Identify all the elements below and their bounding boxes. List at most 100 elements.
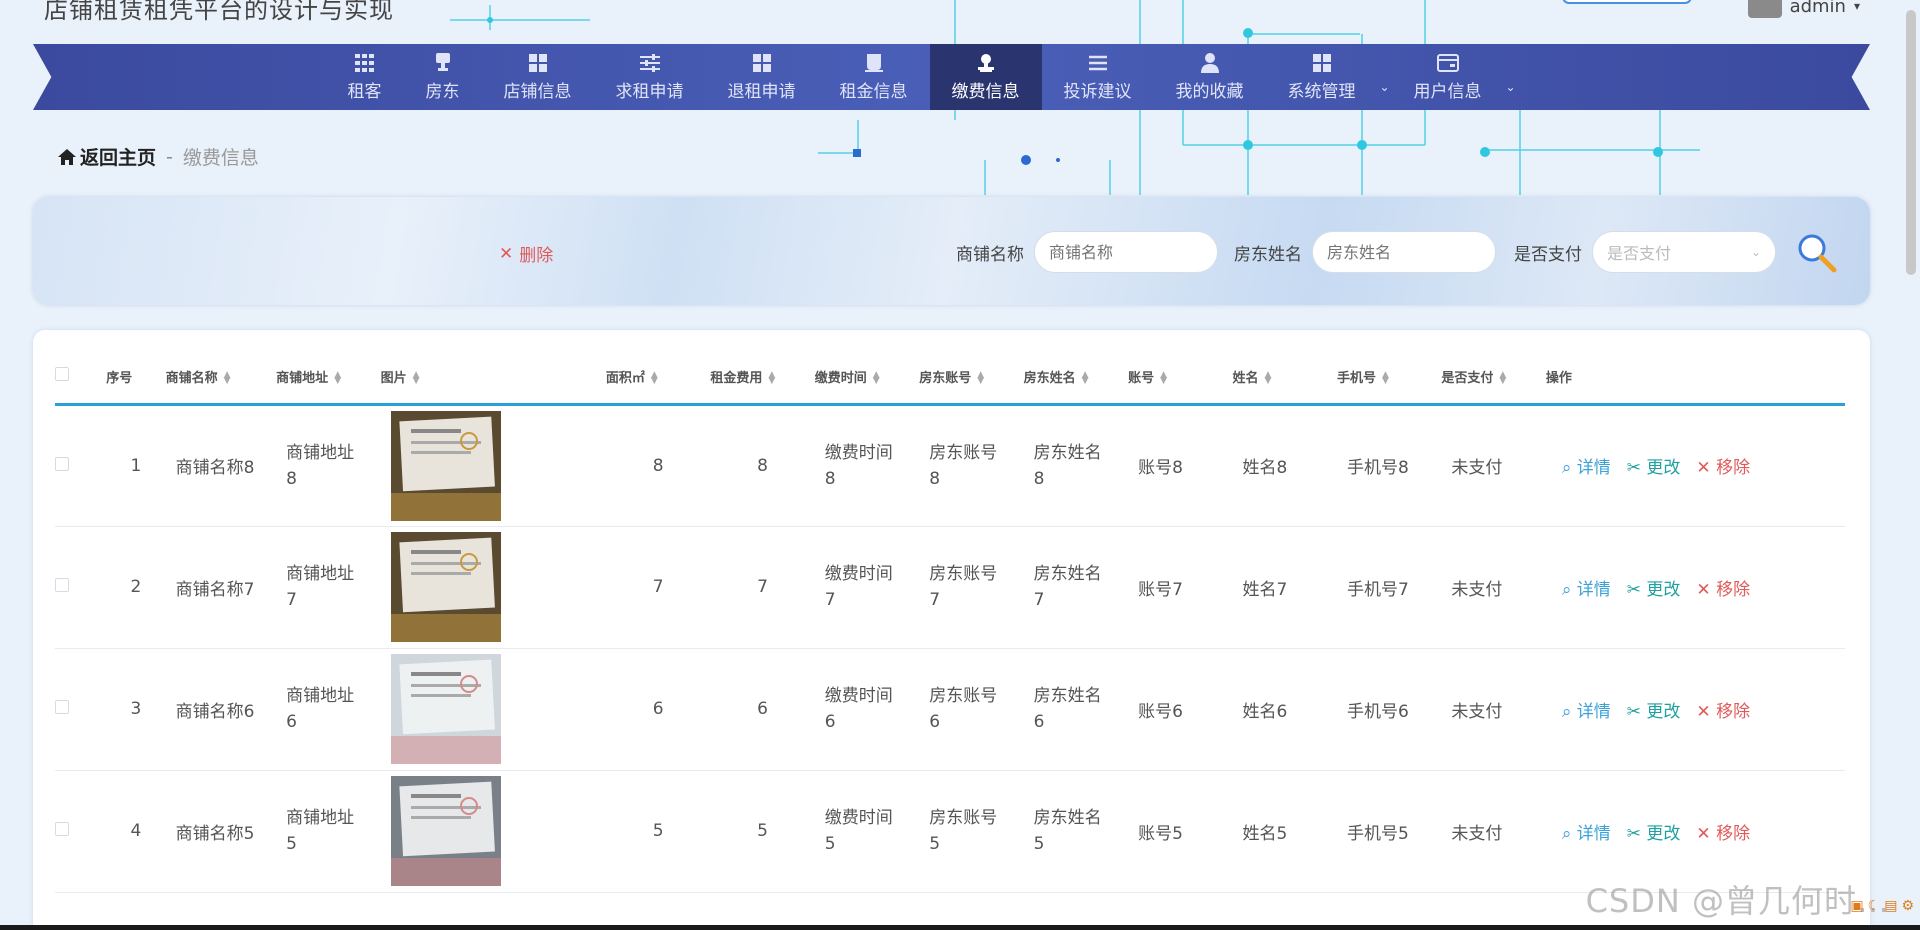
sort-icon[interactable]: ▲ ▼ xyxy=(224,371,231,386)
sort-icon[interactable]: ▲ ▼ xyxy=(1160,371,1167,386)
sort-icon[interactable]: ▲ ▼ xyxy=(977,371,984,386)
sort-icon[interactable]: ▲ ▼ xyxy=(1082,371,1089,386)
delete-label: 删除 xyxy=(519,246,554,266)
checkbox[interactable] xyxy=(55,456,69,471)
shop-name-filter: 商铺名称 xyxy=(956,231,1218,273)
receipt-image[interactable] xyxy=(390,532,501,642)
remove-button[interactable]: ✕ 移除 xyxy=(1696,453,1750,478)
select-all[interactable] xyxy=(55,350,107,406)
nav-item-rent-request[interactable]: 求租申请 xyxy=(594,44,706,110)
cell-image[interactable] xyxy=(380,526,606,649)
col-account[interactable]: 账号 ▲ ▼ xyxy=(1128,350,1233,406)
col-shop-address[interactable]: 商铺地址 ▲ ▼ xyxy=(276,350,381,406)
row-select[interactable] xyxy=(55,526,107,649)
checkbox[interactable] xyxy=(55,822,69,836)
cell-image[interactable] xyxy=(380,770,606,893)
grid-icon xyxy=(354,53,376,73)
nav-item-favorites[interactable]: 我的收藏 xyxy=(1154,44,1266,110)
nav-item-tenant[interactable]: 租客 xyxy=(326,44,404,110)
col-landlord-account[interactable]: 房东账号 ▲ ▼ xyxy=(919,350,1024,406)
sort-icon[interactable]: ▲ ▼ xyxy=(1265,371,1272,386)
remove-button[interactable]: ✕ 移除 xyxy=(1696,819,1750,844)
table-row[interactable]: 3 商铺名称6 商铺地址6 6 6 缴费时间6 房东账号6 房东姓名6 账号6 姓名6 手机号6 未支… xyxy=(55,648,1845,771)
paid-select[interactable]: 是否支付 ⌄ xyxy=(1592,231,1776,273)
sort-icon[interactable]: ▲ ▼ xyxy=(334,371,341,386)
cell-account: 账号6 xyxy=(1128,648,1233,771)
table-row[interactable]: 4 商铺名称5 商铺地址5 5 5 缴费时间5 房东账号5 房东姓名5 账号5 姓名5 手机号5 未支… xyxy=(55,770,1845,893)
row-select[interactable] xyxy=(55,648,107,771)
nav-item-system[interactable]: 系统管理 ⌄ xyxy=(1266,44,1392,110)
detail-button[interactable]: ⌕ 详情 xyxy=(1562,575,1611,600)
nav-item-return-request[interactable]: 退租申请 xyxy=(706,44,818,110)
col-shop-name[interactable]: 商铺名称 ▲ ▼ xyxy=(165,350,277,406)
col-paid[interactable]: 是否支付 ▲ ▼ xyxy=(1441,350,1546,406)
col-pay-time[interactable]: 缴费时间 ▲ ▼ xyxy=(814,350,920,406)
col-label: 商铺地址 xyxy=(276,370,329,386)
cell-account: 账号5 xyxy=(1128,770,1233,893)
receipt-image[interactable] xyxy=(390,776,501,886)
receipt-image[interactable] xyxy=(390,654,501,764)
search-detail-icon: ⌕ xyxy=(1561,701,1572,722)
receipt-image[interactable] xyxy=(390,410,501,521)
col-landlord-name[interactable]: 房东姓名 ▲ ▼ xyxy=(1023,350,1129,406)
nav-item-shop-info[interactable]: 店铺信息 xyxy=(482,44,594,110)
checkbox[interactable] xyxy=(55,700,69,714)
grid-icon xyxy=(751,53,773,73)
delete-button[interactable]: ✕ 删除 xyxy=(499,241,554,267)
cell-image[interactable] xyxy=(380,404,606,527)
nav-item-user-info[interactable]: 用户信息 ⌄ xyxy=(1392,44,1518,110)
row-select[interactable] xyxy=(55,770,107,893)
col-area[interactable]: 面积㎡ ▲ ▼ xyxy=(605,350,711,406)
col-name[interactable]: 姓名 ▲ ▼ xyxy=(1232,350,1337,406)
cell-image[interactable] xyxy=(380,648,606,771)
sort-icon[interactable]: ▲ ▼ xyxy=(413,371,420,386)
breadcrumb-home[interactable]: 返回主页 xyxy=(58,143,156,170)
sort-icon[interactable]: ▲ ▼ xyxy=(651,371,658,386)
col-image[interactable]: 图片 ▲ ▼ xyxy=(380,350,606,406)
edit-label: 更改 xyxy=(1646,579,1681,600)
cell-landlord-name: 房东姓名8 xyxy=(1023,404,1129,527)
detail-label: 详情 xyxy=(1576,458,1611,478)
scrollbar[interactable] xyxy=(1906,10,1916,275)
search-icon[interactable] xyxy=(1796,232,1838,274)
remove-button[interactable]: ✕ 移除 xyxy=(1696,575,1750,600)
detail-button[interactable]: ⌕ 详情 xyxy=(1562,453,1611,478)
edit-label: 更改 xyxy=(1646,458,1681,478)
cell-paid: 未支付 xyxy=(1441,648,1546,771)
cell-landlord-name: 房东姓名5 xyxy=(1023,770,1129,893)
col-phone[interactable]: 手机号 ▲ ▼ xyxy=(1336,350,1442,406)
shop-name-input[interactable] xyxy=(1034,231,1218,273)
edit-button[interactable]: ✂ 更改 xyxy=(1627,819,1681,844)
ime-icon: ▣ xyxy=(1850,898,1864,914)
table-row[interactable]: 1 商铺名称8 商铺地址8 8 8 缴费时间8 房东账号8 房东姓名8 账号8 姓名8 手机号8 未支… xyxy=(55,404,1845,527)
col-rent[interactable]: 租金费用 ▲ ▼ xyxy=(710,350,815,406)
edit-button[interactable]: ✂ 更改 xyxy=(1627,575,1681,600)
col-label: 图片 xyxy=(380,370,407,386)
row-select[interactable] xyxy=(55,404,107,527)
detail-button[interactable]: ⌕ 详情 xyxy=(1562,697,1611,722)
chevron-down-icon: ▾ xyxy=(1853,0,1860,13)
checkbox[interactable] xyxy=(55,578,69,592)
edit-button[interactable]: ✂ 更改 xyxy=(1627,697,1681,722)
user-name: admin xyxy=(1789,0,1846,17)
checkbox[interactable] xyxy=(55,367,69,382)
detail-button[interactable]: ⌕ 详情 xyxy=(1562,819,1611,844)
nav-item-rent-info[interactable]: 租金信息 xyxy=(818,44,930,110)
cell-shop-address: 商铺地址6 xyxy=(276,648,381,771)
sort-icon[interactable]: ▲ ▼ xyxy=(1382,371,1389,386)
edit-button[interactable]: ✂ 更改 xyxy=(1627,453,1681,478)
nav-item-payment-info[interactable]: 缴费信息 xyxy=(929,44,1042,110)
sort-icon[interactable]: ▲ ▼ xyxy=(873,371,880,386)
table-row[interactable]: 2 商铺名称7 商铺地址7 7 7 缴费时间7 房东账号7 房东姓名7 账号7 姓名7 手机号7 未支… xyxy=(55,526,1845,649)
user-menu[interactable]: admin ▾ xyxy=(1747,0,1860,18)
remove-button[interactable]: ✕ 移除 xyxy=(1696,697,1750,722)
user-icon xyxy=(1199,52,1221,73)
nav-item-landlord[interactable]: 房东 xyxy=(404,44,482,110)
nav-item-complaints[interactable]: 投诉建议 xyxy=(1042,44,1154,110)
sort-icon[interactable]: ▲ ▼ xyxy=(768,371,775,386)
wrench-icon: ✂ xyxy=(1626,579,1642,600)
sort-icon[interactable]: ▲ ▼ xyxy=(1499,371,1506,386)
landlord-input[interactable] xyxy=(1312,231,1496,273)
grid-icon xyxy=(1311,53,1333,73)
cell-phone: 手机号7 xyxy=(1336,526,1442,649)
